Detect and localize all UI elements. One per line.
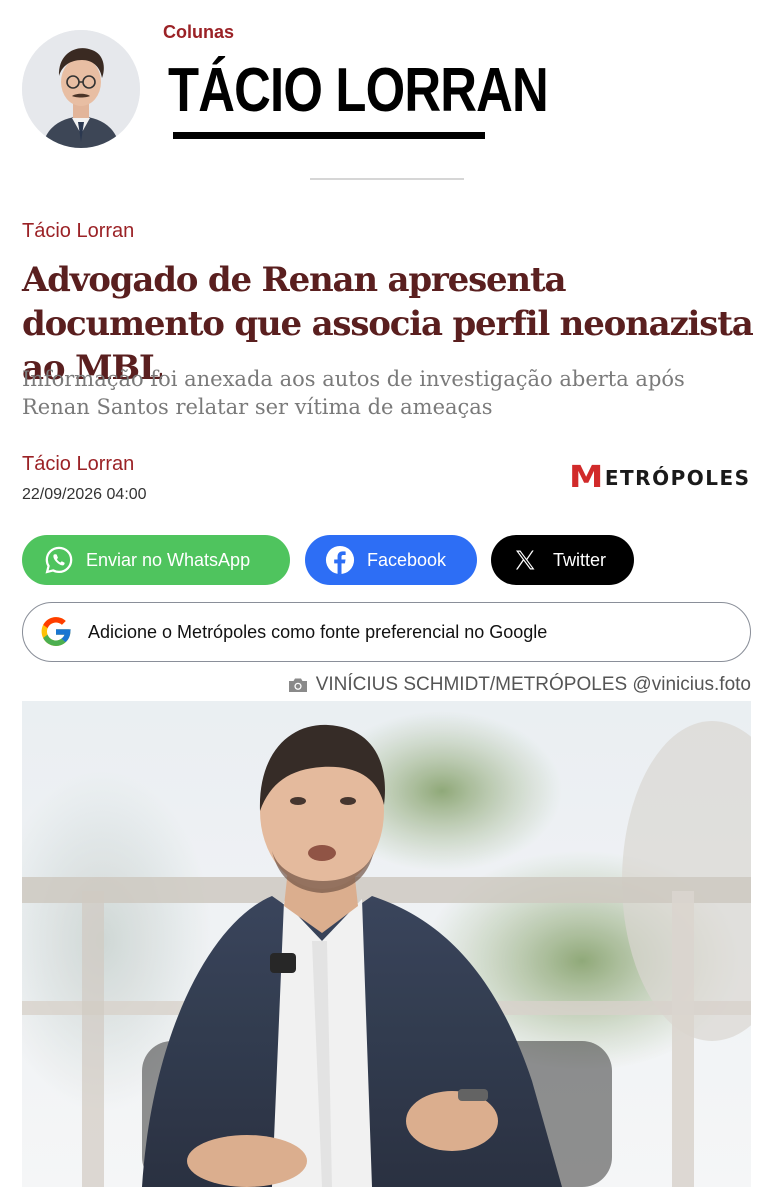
article-subhead: Informação foi anexada aos autos de inve… [22,367,685,419]
photo-credit-text: VINÍCIUS SCHMIDT/METRÓPOLES @vinicius.fo… [315,674,751,695]
facebook-share-button[interactable]: Facebook [305,535,477,585]
twitter-share-label: Twitter [553,549,607,570]
logo-text: ETRÓPOLES [604,466,751,490]
facebook-share-label: Facebook [367,549,447,570]
header-divider [310,178,464,180]
google-preferred-source-label: Adicione o Metrópoles como fonte prefere… [88,621,548,642]
metropoles-logo[interactable]: M ETRÓPOLES [569,463,751,493]
column-title[interactable]: TÁCIO LORRAN [168,60,549,122]
x-logo-icon [516,550,535,570]
google-icon [41,617,71,646]
photo-credit: VINÍCIUS SCHMIDT/METRÓPOLES @vinicius.fo… [288,674,751,696]
column-section-label[interactable]: Colunas [163,22,234,43]
column-title-underline [173,132,485,139]
article-author[interactable]: Tácio Lorran [22,453,134,476]
logo-mark: M [569,460,604,495]
whatsapp-icon [45,546,73,574]
columnist-avatar[interactable] [22,30,140,148]
whatsapp-share-button[interactable]: Enviar no WhatsApp [22,535,290,585]
whatsapp-share-label: Enviar no WhatsApp [86,549,251,570]
article-date: 22/09/2026 04:00 [22,486,147,503]
article-kicker[interactable]: Tácio Lorran [22,220,134,243]
twitter-share-button[interactable]: Twitter [491,535,634,585]
google-preferred-source-button[interactable]: Adicione o Metrópoles como fonte prefere… [22,602,751,662]
facebook-icon [325,545,355,575]
camera-icon [288,678,307,692]
article-photo [22,701,751,1187]
